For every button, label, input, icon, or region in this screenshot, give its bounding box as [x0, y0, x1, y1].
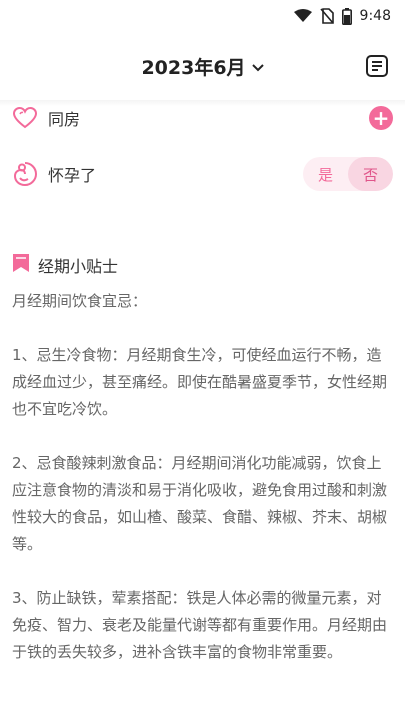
pregnant-toggle: 是 否: [303, 157, 393, 191]
fetus-icon: [12, 161, 38, 187]
pregnant-no-option[interactable]: 否: [348, 157, 393, 191]
header: 2023年6月: [0, 44, 405, 88]
record-row-intimacy: 同房 +: [0, 96, 405, 140]
no-sim-icon: [319, 8, 334, 24]
status-time: 9:48: [359, 8, 391, 24]
heart-outline-icon: [12, 105, 38, 131]
add-intimacy-button[interactable]: +: [369, 106, 393, 130]
notes-icon[interactable]: [363, 52, 391, 80]
chevron-down-icon: [251, 57, 264, 76]
battery-icon: [341, 7, 352, 25]
pregnant-yes-option[interactable]: 是: [303, 157, 348, 191]
wifi-icon: [293, 9, 312, 23]
tips-paragraph: 3、防止缺铁，荤素搭配：铁是人体必需的微量元素，对免疫、智力、衰老及能量代谢等都…: [12, 589, 388, 661]
intimacy-label: 同房: [48, 110, 81, 129]
tips-paragraph: 月经期间饮食宜忌：: [12, 292, 148, 310]
pregnant-label: 怀孕了: [48, 166, 97, 185]
tips-paragraph: 1、忌生冷食物：月经期食生冷，可使经血运行不畅，造成经血过少，甚至痛经。即使在酷…: [12, 346, 388, 418]
tips-paragraph: 2、忌食酸辣刺激食品：月经期间消化功能减弱，饮食上应注意食物的清淡和易于消化吸收…: [12, 454, 388, 553]
month-picker[interactable]: 2023年6月: [141, 53, 264, 80]
month-title: 2023年6月: [141, 56, 246, 79]
record-row-pregnant: 怀孕了 是 否: [0, 152, 405, 196]
bookmark-icon: [12, 253, 30, 277]
tips-title: 经期小贴士: [38, 257, 119, 276]
tips-header: 经期小贴士: [12, 252, 393, 278]
tips-body: 月经期间饮食宜忌： 1、忌生冷食物：月经期食生冷，可使经血运行不畅，造成经血过少…: [12, 288, 391, 693]
status-bar: 9:48: [0, 0, 405, 32]
